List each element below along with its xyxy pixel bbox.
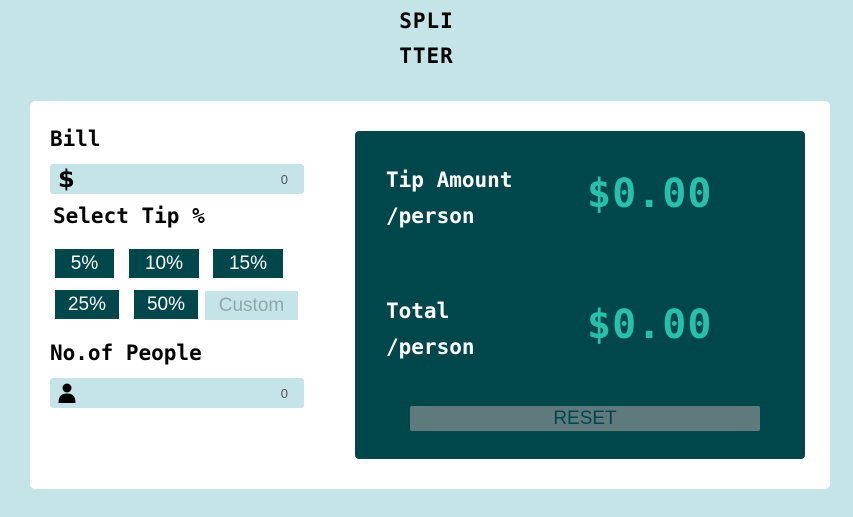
select-tip-label: Select Tip % [53,204,205,228]
reset-button[interactable]: RESET [410,406,760,431]
tip-15-button[interactable]: 15% [213,249,283,278]
people-input[interactable] [108,378,288,408]
people-label: No.of People [50,341,202,365]
total-label-line-1: Total [386,299,450,323]
total-value: $0.00 [587,302,713,348]
people-input-box[interactable] [50,378,304,408]
bill-input-box[interactable]: $ [50,164,304,194]
tip-50-button[interactable]: 50% [134,290,198,319]
tip-amount-label-line-1: Tip Amount [386,168,513,192]
tip-25-button[interactable]: 25% [55,290,119,319]
total-label-line-2: /person [386,335,475,359]
dollar-icon: $ [58,165,75,193]
result-panel: Tip Amount /person $0.00 Total /person $… [355,131,805,459]
person-icon [58,378,76,408]
bill-input[interactable] [108,164,288,194]
tip-amount-label: Tip Amount /person [386,162,566,234]
tip-amount-label-line-2: /person [386,204,475,228]
tip-10-button[interactable]: 10% [129,249,199,278]
custom-tip-button[interactable]: Custom [205,291,298,320]
app-logo: SPLI TTER [0,4,853,74]
logo-line-1: SPLI [399,9,454,33]
calculator-card: Bill $ Select Tip % 5% 10% 15% 25% 50% C… [30,101,830,489]
total-label: Total /person [386,293,566,365]
tip-amount-value: $0.00 [587,171,713,217]
bill-label: Bill [50,127,101,151]
logo-line-2: TTER [399,44,454,68]
tip-5-button[interactable]: 5% [55,249,114,278]
